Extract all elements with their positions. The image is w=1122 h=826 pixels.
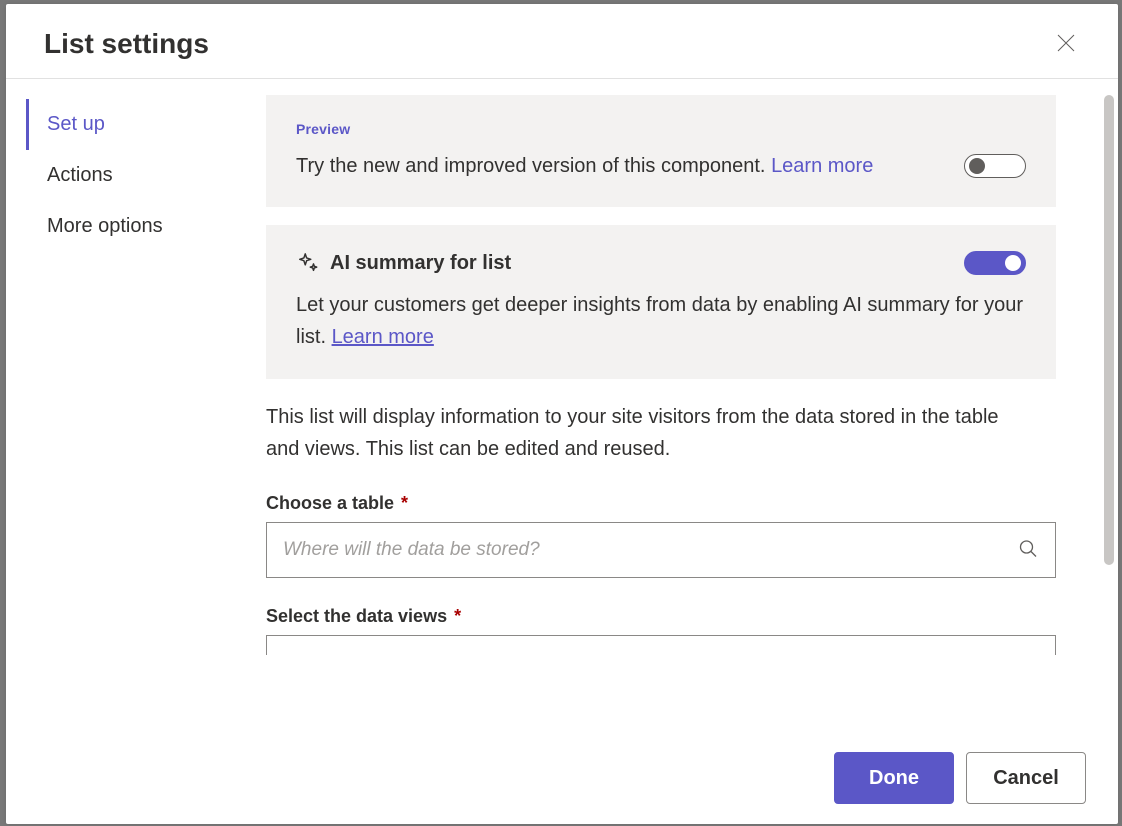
tab-label: Actions (47, 164, 113, 186)
ai-summary-card: AI summary for list Let your customers g… (266, 225, 1056, 379)
select-views-field: Select the data views * (266, 606, 1056, 655)
tab-label: More options (47, 215, 163, 237)
select-views-label: Select the data views * (266, 606, 1056, 627)
required-marker: * (454, 606, 461, 626)
toggle-knob (969, 158, 985, 174)
scrollbar[interactable] (1104, 95, 1114, 565)
choose-table-field: Choose a table * (266, 493, 1056, 578)
modal-title: List settings (44, 28, 209, 60)
preview-card: Preview Try the new and improved version… (266, 95, 1056, 207)
preview-label: Preview (296, 121, 1026, 137)
cancel-button[interactable]: Cancel (966, 752, 1086, 804)
content-area: Preview Try the new and improved version… (266, 79, 1118, 824)
required-marker: * (401, 493, 408, 513)
tab-more-options[interactable]: More options (26, 201, 266, 252)
list-settings-modal: List settings Set up Actions More option… (6, 4, 1118, 824)
close-button[interactable] (1052, 30, 1080, 58)
tab-set-up[interactable]: Set up (26, 99, 266, 150)
choose-table-label: Choose a table * (266, 493, 1056, 514)
modal-footer: Done Cancel (834, 752, 1086, 804)
ai-summary-toggle[interactable] (964, 251, 1026, 275)
tab-label: Set up (47, 113, 105, 135)
sparkle-icon (296, 251, 320, 275)
search-icon (1018, 547, 1038, 562)
close-icon (1056, 33, 1076, 56)
intro-text: This list will display information to yo… (266, 401, 1056, 465)
modal-body: Set up Actions More options Preview Try … (6, 79, 1118, 824)
modal-header: List settings (6, 4, 1118, 79)
search-table-button[interactable] (1014, 535, 1042, 566)
ai-learn-more-link[interactable]: Learn more (332, 326, 434, 348)
ai-summary-heading: AI summary for list (296, 251, 511, 275)
preview-text: Try the new and improved version of this… (296, 151, 873, 181)
ai-summary-description: Let your customers get deeper insights f… (296, 289, 1026, 353)
done-button[interactable]: Done (834, 752, 954, 804)
sidebar: Set up Actions More options (6, 79, 266, 824)
tab-actions[interactable]: Actions (26, 150, 266, 201)
preview-toggle[interactable] (964, 154, 1026, 178)
preview-learn-more-link[interactable]: Learn more (771, 155, 873, 177)
toggle-knob (1005, 255, 1021, 271)
choose-table-input[interactable] (266, 522, 1056, 578)
select-views-input-top[interactable] (266, 635, 1056, 655)
